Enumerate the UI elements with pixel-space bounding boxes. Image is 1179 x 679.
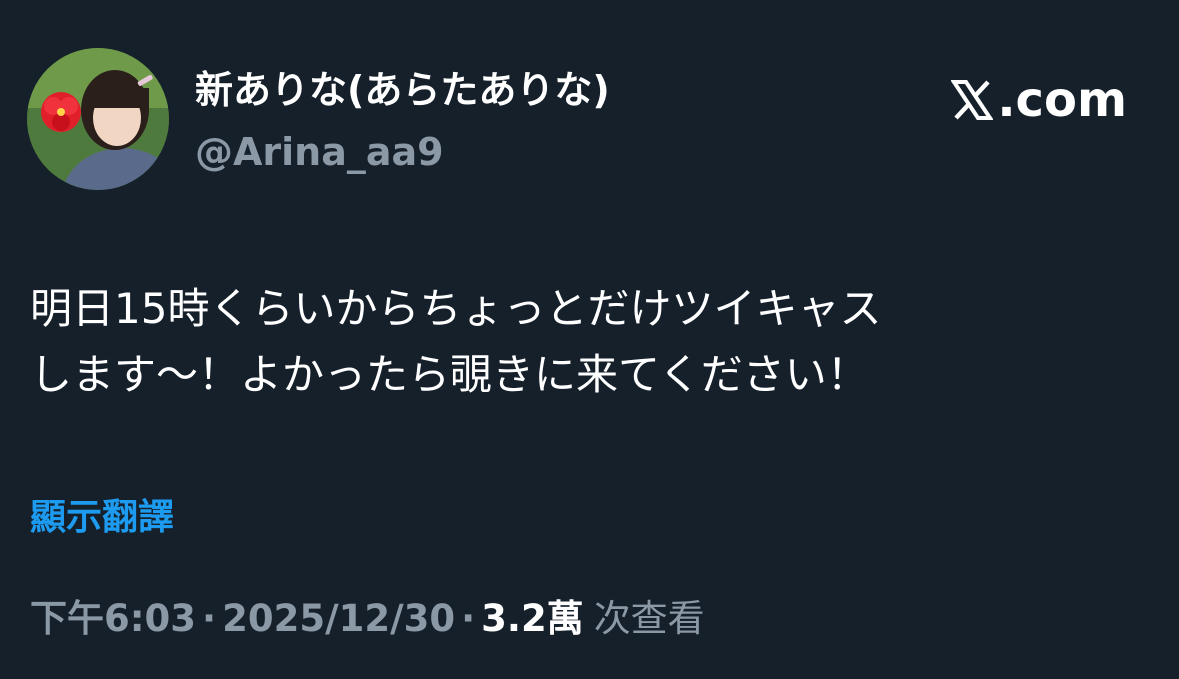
avatar-photo	[27, 48, 169, 190]
brand-watermark: .com	[951, 70, 1127, 130]
show-translation-link[interactable]: 顯示翻譯	[30, 494, 174, 542]
tweet-line: 明日15時くらいからちょっとだけツイキャス	[30, 284, 882, 333]
views-label: 次查看	[593, 597, 705, 640]
x-logo-icon	[951, 80, 994, 120]
author-display-name[interactable]: 新ありな(あらたありな)	[195, 66, 610, 114]
tweet-line: します～！よかったら覗きに来てください！	[30, 350, 869, 399]
post-time[interactable]: 下午6:03	[30, 597, 196, 640]
tweet-meta: 下午6:03 · 2025/12/30 · 3.2萬 次查看	[30, 594, 705, 644]
tweet-body: 明日15時くらいからちょっとだけツイキャス します～！よかったら覗きに来てくださ…	[30, 276, 1150, 408]
meta-separator: ·	[202, 597, 217, 640]
tweet-card: 新ありな(あらたありな) @Arina_aa9 .com 明日15時くらいからち…	[0, 0, 1179, 679]
post-date[interactable]: 2025/12/30	[222, 597, 455, 640]
avatar[interactable]	[27, 48, 169, 190]
author-handle[interactable]: @Arina_aa9	[195, 128, 444, 176]
meta-separator: ·	[461, 597, 476, 640]
view-count[interactable]: 3.2萬	[481, 597, 584, 640]
brand-text: .com	[997, 72, 1127, 128]
